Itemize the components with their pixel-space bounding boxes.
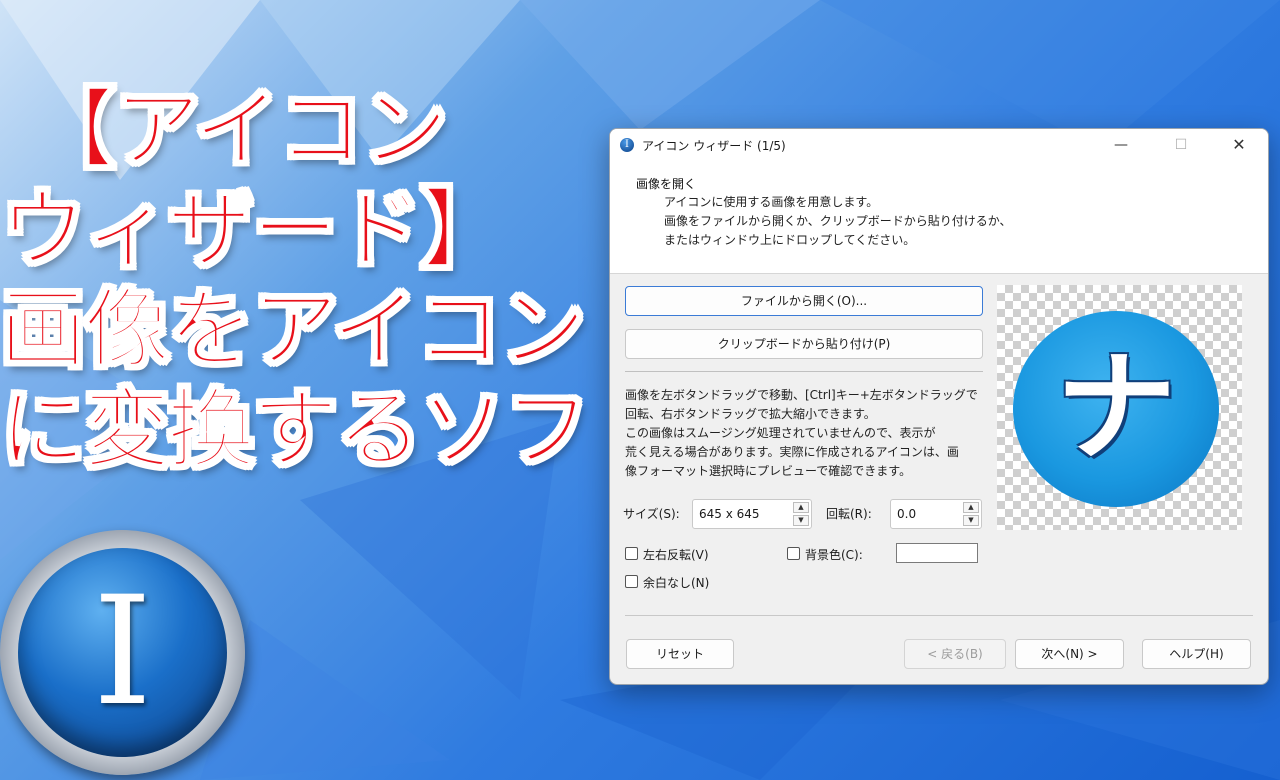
next-button[interactable]: 次へ(N) > — [1015, 639, 1124, 669]
size-stepper[interactable]: 645 x 645 ▲ ▼ — [692, 499, 812, 529]
title-line-4: に変換するソフト — [0, 379, 675, 481]
bgcolor-label[interactable]: 背景色(C): — [805, 546, 863, 563]
step-title: 画像を開く — [636, 177, 697, 191]
preview-glyph: ナ — [1056, 339, 1176, 478]
icon-wizard-dialog: I アイコン ウィザード (1/5) — ☐ ✕ 画像を開く アイコンに使用する… — [609, 128, 1269, 685]
size-value[interactable]: 645 x 645 — [699, 507, 760, 521]
size-down-arrow-icon[interactable]: ▼ — [793, 515, 809, 526]
window-title: アイコン ウィザード (1/5) — [642, 139, 786, 153]
title-line-3: 画像をアイコン — [0, 279, 587, 381]
no-margin-checkbox[interactable] — [625, 575, 638, 588]
back-button[interactable]: < 戻る(B) — [904, 639, 1006, 669]
header-panel: 画像を開く アイコンに使用する画像を用意します。 画像をファイルから開くか、クリ… — [610, 161, 1268, 274]
app-icon: I — [620, 138, 634, 152]
footer-divider — [625, 615, 1253, 616]
bgcolor-swatch[interactable] — [896, 543, 978, 563]
close-button[interactable]: ✕ — [1216, 133, 1262, 157]
size-up-arrow-icon[interactable]: ▲ — [793, 502, 809, 513]
rotation-value[interactable]: 0.0 — [897, 507, 916, 521]
divider — [625, 371, 983, 372]
rotation-up-arrow-icon[interactable]: ▲ — [963, 502, 979, 513]
rotation-stepper[interactable]: 0.0 ▲ ▼ — [890, 499, 982, 529]
flip-checkbox[interactable] — [625, 547, 638, 560]
preview-circle: ナ — [1013, 311, 1219, 507]
app-logo-icon: I — [0, 530, 245, 775]
rotation-label: 回転(R): — [826, 507, 872, 521]
app-logo-inner: I — [18, 548, 227, 757]
title-overlay: 【アイコン ウィザード】 画像をアイコン に変換するソフト — [0, 79, 675, 481]
title-bar[interactable]: I アイコン ウィザード (1/5) — ☐ ✕ — [610, 129, 1268, 161]
step-description: アイコンに使用する画像を用意します。 画像をファイルから開くか、クリップボードか… — [664, 195, 1012, 247]
flip-label[interactable]: 左右反転(V) — [643, 546, 709, 563]
help-button[interactable]: ヘルプ(H) — [1142, 639, 1251, 669]
no-margin-label[interactable]: 余白なし(N) — [643, 574, 709, 591]
open-file-button[interactable]: ファイルから開く(O)... — [625, 286, 983, 316]
help-text: 画像を左ボタンドラッグで移動、[Ctrl]キー+左ボタンドラッグで 回転、右ボタ… — [625, 388, 978, 478]
app-logo-letter: I — [92, 565, 153, 739]
minimize-button[interactable]: — — [1098, 133, 1144, 157]
rotation-down-arrow-icon[interactable]: ▼ — [963, 515, 979, 526]
paste-clipboard-button[interactable]: クリップボードから貼り付け(P) — [625, 329, 983, 359]
size-label: サイズ(S): — [623, 507, 680, 521]
image-preview[interactable]: ナ — [997, 285, 1242, 530]
maximize-button[interactable]: ☐ — [1158, 133, 1204, 157]
bgcolor-checkbox[interactable] — [787, 547, 800, 560]
reset-button[interactable]: リセット — [626, 639, 734, 669]
title-line-1: 【アイコン — [29, 79, 449, 181]
title-line-2: ウィザード】 — [0, 179, 507, 281]
